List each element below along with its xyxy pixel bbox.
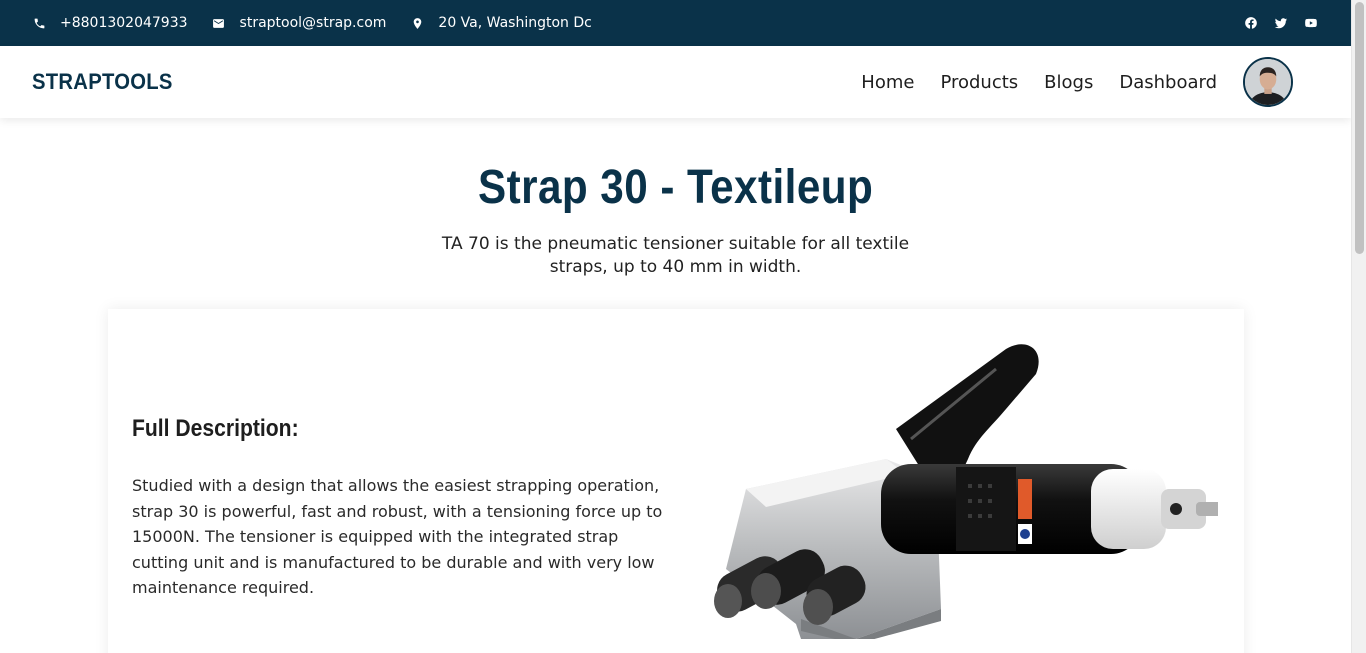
nav-dashboard-link[interactable]: Dashboard bbox=[1119, 72, 1217, 93]
address-contact: 20 Va, Washington Dc bbox=[410, 15, 592, 31]
description-text: Studied with a design that allows the ea… bbox=[132, 476, 663, 598]
email-address: straptool@strap.com bbox=[239, 15, 387, 31]
product-title: Strap 30 - Textileup bbox=[477, 161, 874, 214]
nav-products-link[interactable]: Products bbox=[940, 72, 1018, 93]
mail-icon bbox=[212, 16, 226, 30]
user-avatar[interactable] bbox=[1243, 57, 1293, 107]
product-subtitle: TA 70 is the pneumatic tensioner suitabl… bbox=[441, 234, 910, 277]
phone-number: +8801302047933 bbox=[60, 15, 188, 31]
product-detail-card: Full Description: Studied with a design … bbox=[108, 309, 1244, 653]
main-navbar: STRAPTOOLS Home Products Blogs Dashboard bbox=[0, 46, 1351, 118]
address-text: 20 Va, Washington Dc bbox=[438, 15, 592, 31]
nav-links: Home Products Blogs Dashboard bbox=[835, 57, 1293, 107]
location-pin-icon bbox=[410, 16, 424, 30]
brand-logo[interactable]: STRAPTOOLS bbox=[32, 69, 173, 95]
top-contact-bar: +8801302047933 straptool@strap.com 20 Va… bbox=[0, 0, 1351, 46]
product-image bbox=[706, 339, 1222, 644]
phone-icon bbox=[32, 16, 46, 30]
twitter-icon[interactable] bbox=[1273, 15, 1289, 31]
email-contact[interactable]: straptool@strap.com bbox=[212, 15, 387, 31]
page-scrollbar[interactable] bbox=[1351, 0, 1366, 653]
scrollbar-thumb[interactable] bbox=[1355, 2, 1364, 254]
description-heading: Full Description: bbox=[132, 415, 299, 442]
youtube-icon[interactable] bbox=[1303, 15, 1319, 31]
phone-contact[interactable]: +8801302047933 bbox=[32, 15, 188, 31]
nav-home-link[interactable]: Home bbox=[861, 72, 914, 93]
nav-blogs-link[interactable]: Blogs bbox=[1044, 72, 1093, 93]
social-links bbox=[1243, 15, 1319, 31]
facebook-icon[interactable] bbox=[1243, 15, 1259, 31]
